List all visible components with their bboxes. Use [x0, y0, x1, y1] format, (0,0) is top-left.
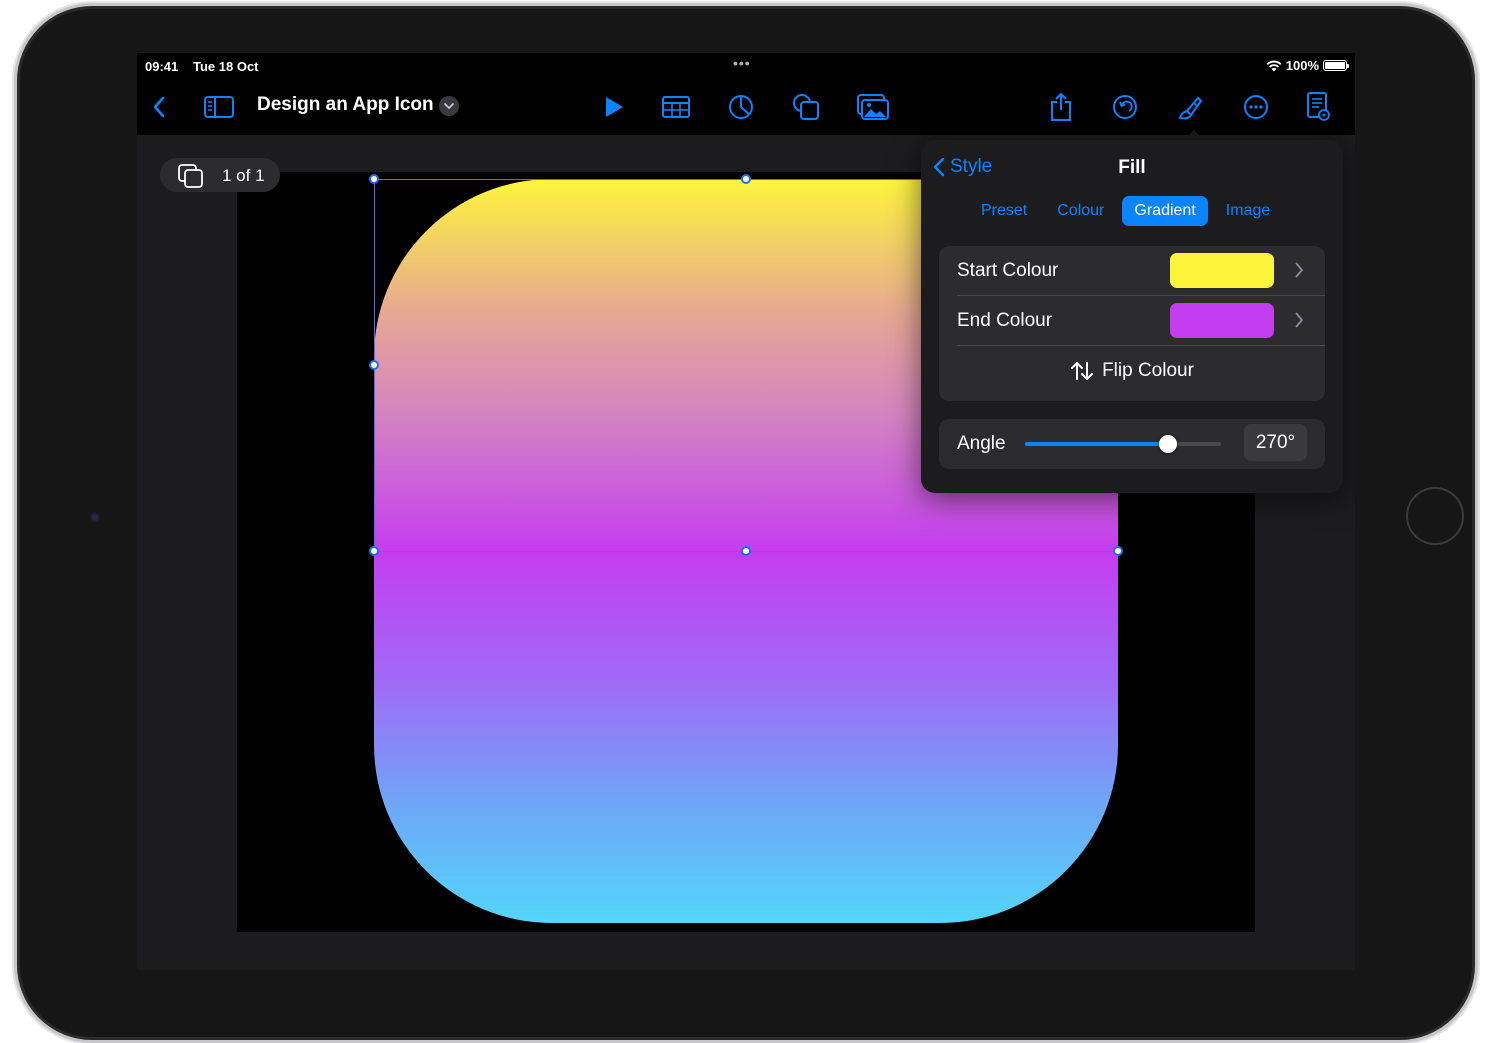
share-icon[interactable] [1045, 91, 1077, 123]
angle-value-field[interactable]: 270° [1244, 424, 1307, 461]
chevron-right-icon [1295, 312, 1304, 328]
end-colour-label: End Colour [957, 310, 1053, 331]
chart-icon[interactable] [725, 91, 757, 123]
back-to-style-button[interactable]: Style [933, 156, 992, 178]
angle-group: Angle 270° [939, 419, 1325, 469]
screen: 09:41 Tue 18 Oct ••• 100% Design an App … [137, 53, 1355, 970]
selection-handle-bottom-center[interactable] [741, 546, 751, 556]
page-indicator: 1 of 1 [222, 166, 265, 185]
wifi-icon [1266, 60, 1282, 71]
start-colour-swatch[interactable] [1170, 253, 1274, 288]
chevron-right-icon [1295, 262, 1304, 278]
document-title[interactable]: Design an App Icon [257, 94, 434, 116]
angle-slider-thumb[interactable] [1159, 435, 1178, 453]
start-colour-label: Start Colour [957, 260, 1059, 281]
media-icon[interactable] [857, 91, 889, 123]
title-menu-chevron-icon[interactable] [439, 96, 459, 116]
start-colour-row[interactable]: Start Colour [939, 246, 1325, 296]
tab-image[interactable]: Image [1214, 196, 1282, 226]
more-icon[interactable] [1240, 91, 1272, 123]
selection-handle-middle-left[interactable] [369, 360, 379, 370]
selection-handle-top-left[interactable] [369, 174, 379, 184]
flip-colour-button[interactable]: Flip Colour [939, 346, 1325, 401]
home-button[interactable] [1406, 487, 1464, 545]
tab-gradient[interactable]: Gradient [1122, 196, 1208, 226]
table-icon[interactable] [660, 91, 692, 123]
selection-handle-bottom-right[interactable] [1113, 546, 1123, 556]
selection-handle-top-center[interactable] [741, 174, 751, 184]
play-icon[interactable] [598, 91, 630, 123]
battery-icon [1323, 60, 1349, 71]
selection-handle-bottom-left[interactable] [369, 546, 379, 556]
end-colour-swatch[interactable] [1170, 303, 1274, 338]
multitasking-dots-icon[interactable]: ••• [733, 55, 751, 71]
battery-percent: 100% [1285, 58, 1319, 73]
flip-colour-label: Flip Colour [1102, 360, 1194, 381]
page-navigator[interactable]: 1 of 1 [160, 158, 280, 192]
back-label: Style [950, 156, 993, 177]
status-time: 09:41 [145, 59, 179, 74]
back-chevron-icon[interactable] [143, 91, 175, 123]
sidebar-icon[interactable] [203, 91, 235, 123]
copy-pages-icon [178, 164, 203, 188]
angle-slider-fill [1025, 442, 1169, 446]
angle-slider[interactable] [1025, 435, 1221, 453]
toolbar: Design an App Icon [137, 79, 1355, 135]
document-icon[interactable] [1302, 91, 1334, 123]
status-date: Tue 18 Oct [193, 59, 259, 74]
back-chevron-icon [933, 157, 945, 177]
end-colour-row[interactable]: End Colour [939, 296, 1325, 346]
status-indicators: 100% [1266, 58, 1349, 73]
angle-label: Angle [957, 433, 1006, 454]
tab-colour[interactable]: Colour [1045, 196, 1116, 226]
flip-arrows-icon [1071, 361, 1094, 381]
fill-type-tabs: Preset Colour Gradient Image [969, 196, 1288, 226]
shapes-icon[interactable] [790, 91, 822, 123]
format-brush-icon[interactable] [1175, 91, 1207, 123]
status-bar: 09:41 Tue 18 Oct ••• 100% [137, 53, 1355, 79]
undo-icon[interactable] [1109, 91, 1141, 123]
gradient-colours-group: Start Colour End Colour Flip Colour [939, 246, 1325, 401]
fill-popover: Style Fill Preset Colour Gradient Image … [921, 140, 1343, 493]
front-camera [92, 514, 98, 520]
tab-preset[interactable]: Preset [969, 196, 1039, 226]
